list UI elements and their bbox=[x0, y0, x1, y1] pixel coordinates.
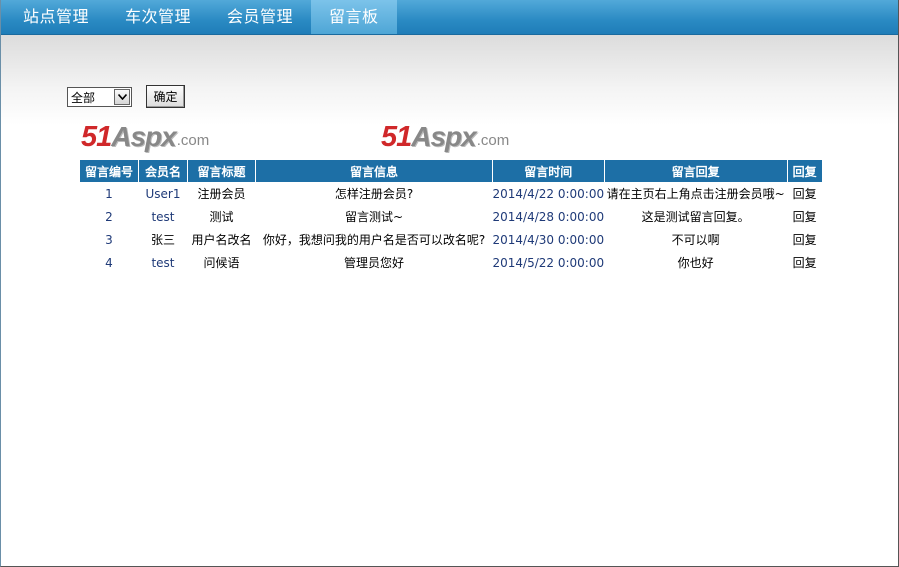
cell-title: 问候语 bbox=[203, 256, 240, 270]
column-header-member: 会员名 bbox=[138, 160, 188, 182]
cell-id: 4 bbox=[105, 255, 113, 270]
cell-message: 你好，我想问我的用户名是否可以改名呢? bbox=[262, 233, 486, 247]
reply-link[interactable]: 回复 bbox=[787, 205, 822, 228]
logo-number: 51 bbox=[381, 121, 412, 153]
table-header-row: 留言编号 会员名 留言标题 留言信息 留言时间 留言回复 回复 bbox=[79, 160, 823, 182]
reply-link[interactable]: 回复 bbox=[787, 251, 822, 274]
logo-com: .com bbox=[476, 132, 510, 149]
table-row: 2 test 测试 留言测试~ 2014/4/28 0:00:00 这是测试留言… bbox=[80, 205, 823, 228]
column-header-title: 留言标题 bbox=[187, 160, 256, 182]
cell-time: 2014/4/22 0:00:00 bbox=[492, 186, 605, 201]
cell-member: test bbox=[151, 255, 175, 270]
cell-title: 用户名改名 bbox=[191, 233, 252, 247]
nav-item-message-board[interactable]: 留言板 bbox=[311, 0, 397, 34]
cell-message: 管理员您好 bbox=[343, 256, 404, 270]
message-table: 留言编号 会员名 留言标题 留言信息 留言时间 留言回复 回复 1 User1 … bbox=[79, 160, 823, 274]
cell-member: User1 bbox=[145, 186, 181, 201]
cell-time: 2014/4/30 0:00:00 bbox=[492, 232, 605, 247]
table-row: 4 test 问候语 管理员您好 2014/5/22 0:00:00 你也好 回… bbox=[80, 251, 823, 274]
reply-link[interactable]: 回复 bbox=[787, 228, 822, 251]
cell-time: 2014/5/22 0:00:00 bbox=[492, 255, 605, 270]
cell-reply: 这是测试留言回复。 bbox=[641, 210, 750, 224]
nav-item-member-management[interactable]: 会员管理 bbox=[209, 0, 311, 34]
column-header-message: 留言信息 bbox=[255, 160, 493, 182]
nav-item-site-management[interactable]: 站点管理 bbox=[0, 0, 107, 34]
filter-selected-value: 全部 bbox=[71, 90, 96, 105]
logo-number: 51 bbox=[81, 121, 112, 153]
cell-reply: 你也好 bbox=[677, 256, 714, 270]
logo-aspx: Aspx bbox=[111, 121, 176, 152]
cell-id: 3 bbox=[105, 232, 113, 247]
site-logo: 51 Aspx .com bbox=[381, 121, 510, 153]
logo-com: .com bbox=[176, 132, 210, 149]
nav-item-train-management[interactable]: 车次管理 bbox=[107, 0, 209, 34]
column-header-reply: 留言回复 bbox=[603, 160, 788, 182]
cell-message: 怎样注册会员? bbox=[334, 187, 414, 201]
logo-aspx: Aspx bbox=[411, 121, 476, 152]
confirm-button[interactable]: 确定 bbox=[146, 85, 185, 108]
site-logo: 51 Aspx .com bbox=[81, 121, 210, 153]
reply-link[interactable]: 回复 bbox=[787, 182, 822, 205]
cell-time: 2014/4/28 0:00:00 bbox=[492, 209, 605, 224]
cell-title: 测试 bbox=[209, 210, 234, 224]
cell-title: 注册会员 bbox=[197, 187, 246, 201]
table-row: 3 张三 用户名改名 你好，我想问我的用户名是否可以改名呢? 2014/4/30… bbox=[80, 228, 823, 251]
page-banner bbox=[0, 35, 899, 125]
cell-member: test bbox=[151, 209, 175, 224]
top-nav: 站点管理 车次管理 会员管理 留言板 bbox=[0, 0, 899, 35]
cell-reply: 请在主页右上角点击注册会员哦~ bbox=[606, 187, 785, 201]
chevron-down-icon[interactable] bbox=[114, 89, 130, 105]
column-header-time: 留言时间 bbox=[492, 160, 605, 182]
cell-message: 留言测试~ bbox=[344, 210, 404, 224]
cell-id: 1 bbox=[105, 186, 113, 201]
column-header-id: 留言编号 bbox=[79, 160, 139, 182]
filter-select[interactable]: 全部 bbox=[67, 87, 132, 107]
cell-member: 张三 bbox=[150, 233, 175, 247]
table-row: 1 User1 注册会员 怎样注册会员? 2014/4/22 0:00:00 请… bbox=[80, 182, 823, 205]
cell-reply: 不可以啊 bbox=[671, 233, 720, 247]
cell-id: 2 bbox=[105, 209, 113, 224]
column-header-action: 回复 bbox=[786, 160, 823, 182]
